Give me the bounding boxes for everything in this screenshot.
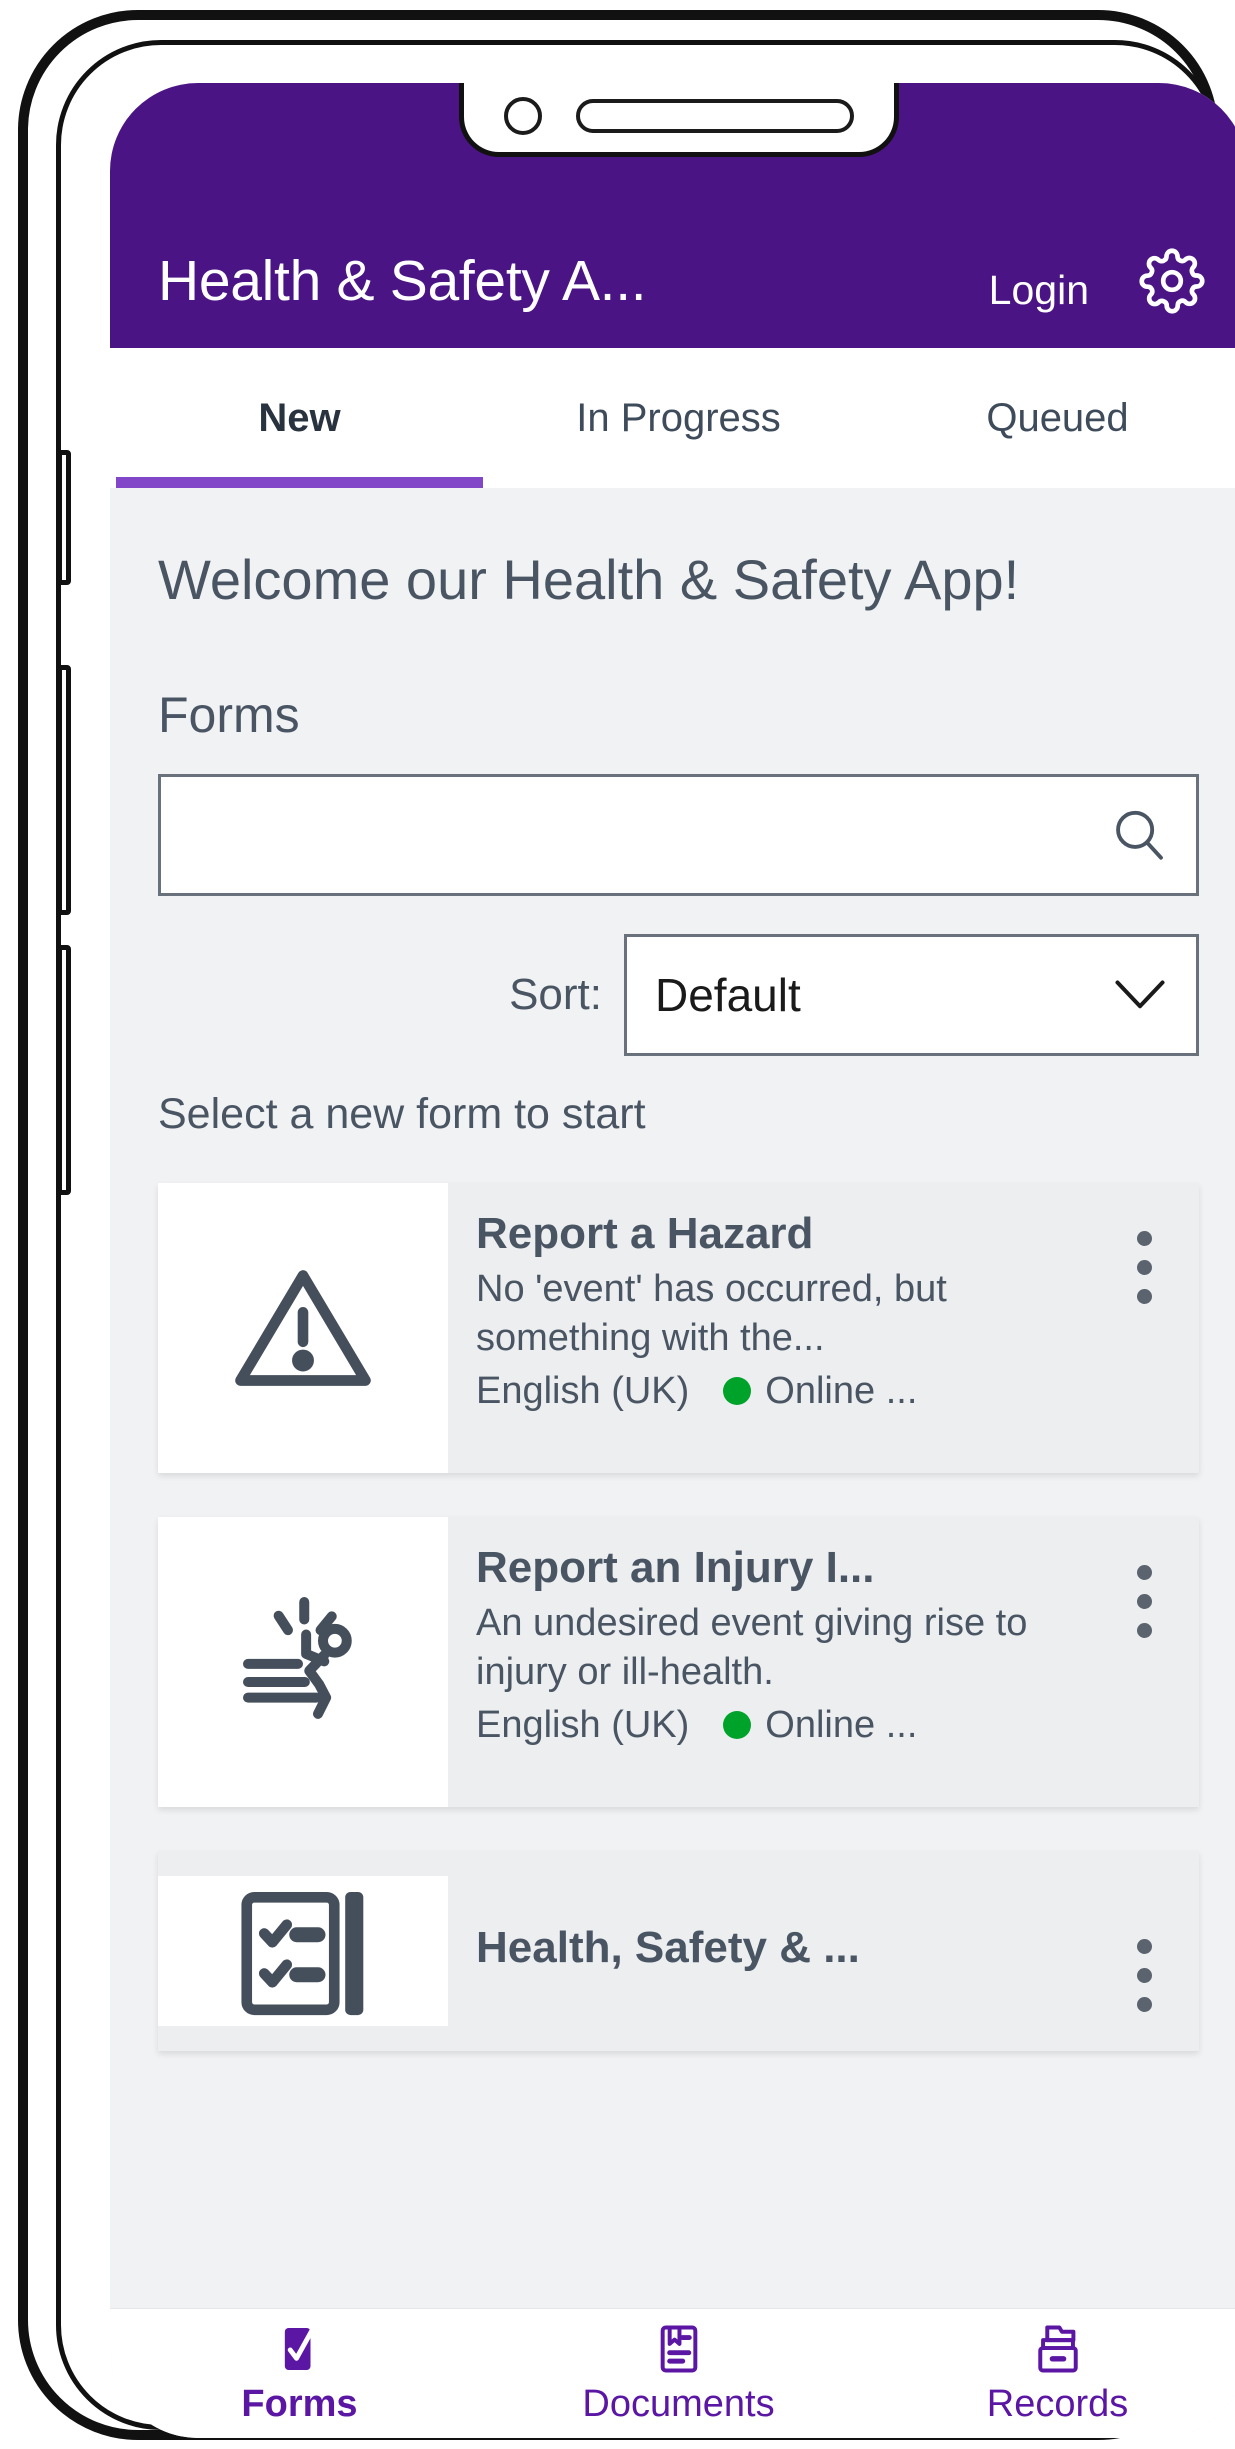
checklist-clipboard-icon bbox=[241, 1892, 364, 2016]
phone-bezel: Health & Safety A... Login New In Progre… bbox=[56, 40, 1235, 2438]
search-input[interactable] bbox=[187, 812, 1108, 858]
tab-bar: New In Progress Queued bbox=[110, 348, 1235, 488]
side-button-volume-up[interactable] bbox=[57, 665, 71, 915]
more-vertical-icon[interactable] bbox=[1089, 1517, 1199, 1807]
status-dot-online bbox=[723, 1377, 752, 1406]
form-card-language: English (UK) bbox=[476, 1703, 690, 1746]
form-card-body: Report a Hazard No 'event' has occurred,… bbox=[448, 1183, 1089, 1473]
phone-screen: Health & Safety A... Login New In Progre… bbox=[110, 83, 1235, 2438]
forms-pen-icon bbox=[284, 2326, 316, 2370]
form-card-meta: English (UK) Online ... bbox=[476, 1370, 1089, 1413]
nav-label-forms: Forms bbox=[241, 2383, 358, 2425]
phone-notch bbox=[458, 83, 899, 157]
select-form-hint: Select a new form to start bbox=[158, 1090, 646, 1139]
search-icon[interactable] bbox=[1108, 804, 1170, 866]
form-card-icon-wrap bbox=[158, 1183, 448, 1474]
main-content: Welcome our Health & Safety App! Forms S… bbox=[110, 488, 1235, 2308]
welcome-heading: Welcome our Health & Safety App! bbox=[158, 548, 1020, 611]
tab-in-progress[interactable]: In Progress bbox=[489, 348, 868, 488]
page-title: Health & Safety A... bbox=[158, 249, 647, 313]
front-camera-icon bbox=[503, 96, 542, 135]
form-card-body: Health, Safety & ... bbox=[448, 1923, 1089, 1979]
form-card-icon-wrap bbox=[158, 1876, 448, 2027]
earpiece-speaker bbox=[575, 98, 854, 133]
forms-heading: Forms bbox=[158, 687, 300, 744]
nav-item-documents[interactable]: Documents bbox=[489, 2309, 868, 2438]
form-card-description: An undesired event giving rise to injury… bbox=[476, 1602, 1028, 1693]
document-icon bbox=[660, 2325, 697, 2373]
nav-item-forms[interactable]: Forms bbox=[110, 2309, 489, 2438]
status-dot-online bbox=[723, 1711, 752, 1740]
tab-new[interactable]: New bbox=[110, 348, 489, 488]
form-card-health-safety[interactable]: Health, Safety & ... bbox=[158, 1851, 1199, 2052]
form-card-title: Report a Hazard bbox=[476, 1209, 814, 1259]
side-button-volume-down[interactable] bbox=[57, 945, 71, 1195]
sort-row: Sort: Default bbox=[158, 934, 1199, 1057]
form-card-injury[interactable]: Report an Injury I... An undesired event… bbox=[158, 1517, 1199, 1808]
phone-frame: Health & Safety A... Login New In Progre… bbox=[18, 10, 1235, 2440]
sort-label: Sort: bbox=[509, 970, 602, 1020]
more-vertical-icon[interactable] bbox=[1089, 1891, 1199, 2012]
nav-label-documents: Documents bbox=[582, 2383, 775, 2425]
form-card-icon-wrap bbox=[158, 1517, 448, 1808]
warning-triangle-icon bbox=[235, 1270, 371, 1387]
form-card-description: No 'event' has occurred, but something w… bbox=[476, 1268, 947, 1359]
settings-button[interactable] bbox=[1139, 248, 1205, 314]
form-card-hazard[interactable]: Report a Hazard No 'event' has occurred,… bbox=[158, 1183, 1199, 1474]
form-card-status: Online ... bbox=[765, 1369, 918, 1412]
form-card-language: English (UK) bbox=[476, 1369, 690, 1412]
form-card-title: Report an Injury I... bbox=[476, 1543, 875, 1593]
tab-queued[interactable]: Queued bbox=[868, 348, 1235, 488]
form-card-meta: English (UK) Online ... bbox=[476, 1704, 1089, 1747]
nav-label-records: Records bbox=[986, 2383, 1129, 2425]
sort-select[interactable]: Default bbox=[624, 934, 1199, 1057]
form-card-body: Report an Injury I... An undesired event… bbox=[448, 1517, 1089, 1807]
gear-icon bbox=[1139, 248, 1205, 314]
search-box[interactable] bbox=[158, 774, 1199, 897]
chevron-down-icon bbox=[1115, 980, 1165, 1009]
sort-selected-value: Default bbox=[655, 969, 801, 1022]
records-folder-icon bbox=[1037, 2325, 1078, 2373]
side-button-silent[interactable] bbox=[57, 450, 71, 585]
bottom-navigation: Forms Documents Records bbox=[110, 2308, 1235, 2438]
form-card-status: Online ... bbox=[765, 1703, 918, 1746]
form-card-title: Health, Safety & ... bbox=[476, 1923, 860, 1973]
injury-person-icon bbox=[243, 1597, 352, 1720]
nav-item-records[interactable]: Records bbox=[868, 2309, 1235, 2438]
more-vertical-icon[interactable] bbox=[1089, 1183, 1199, 1473]
login-button[interactable]: Login bbox=[989, 267, 1089, 314]
